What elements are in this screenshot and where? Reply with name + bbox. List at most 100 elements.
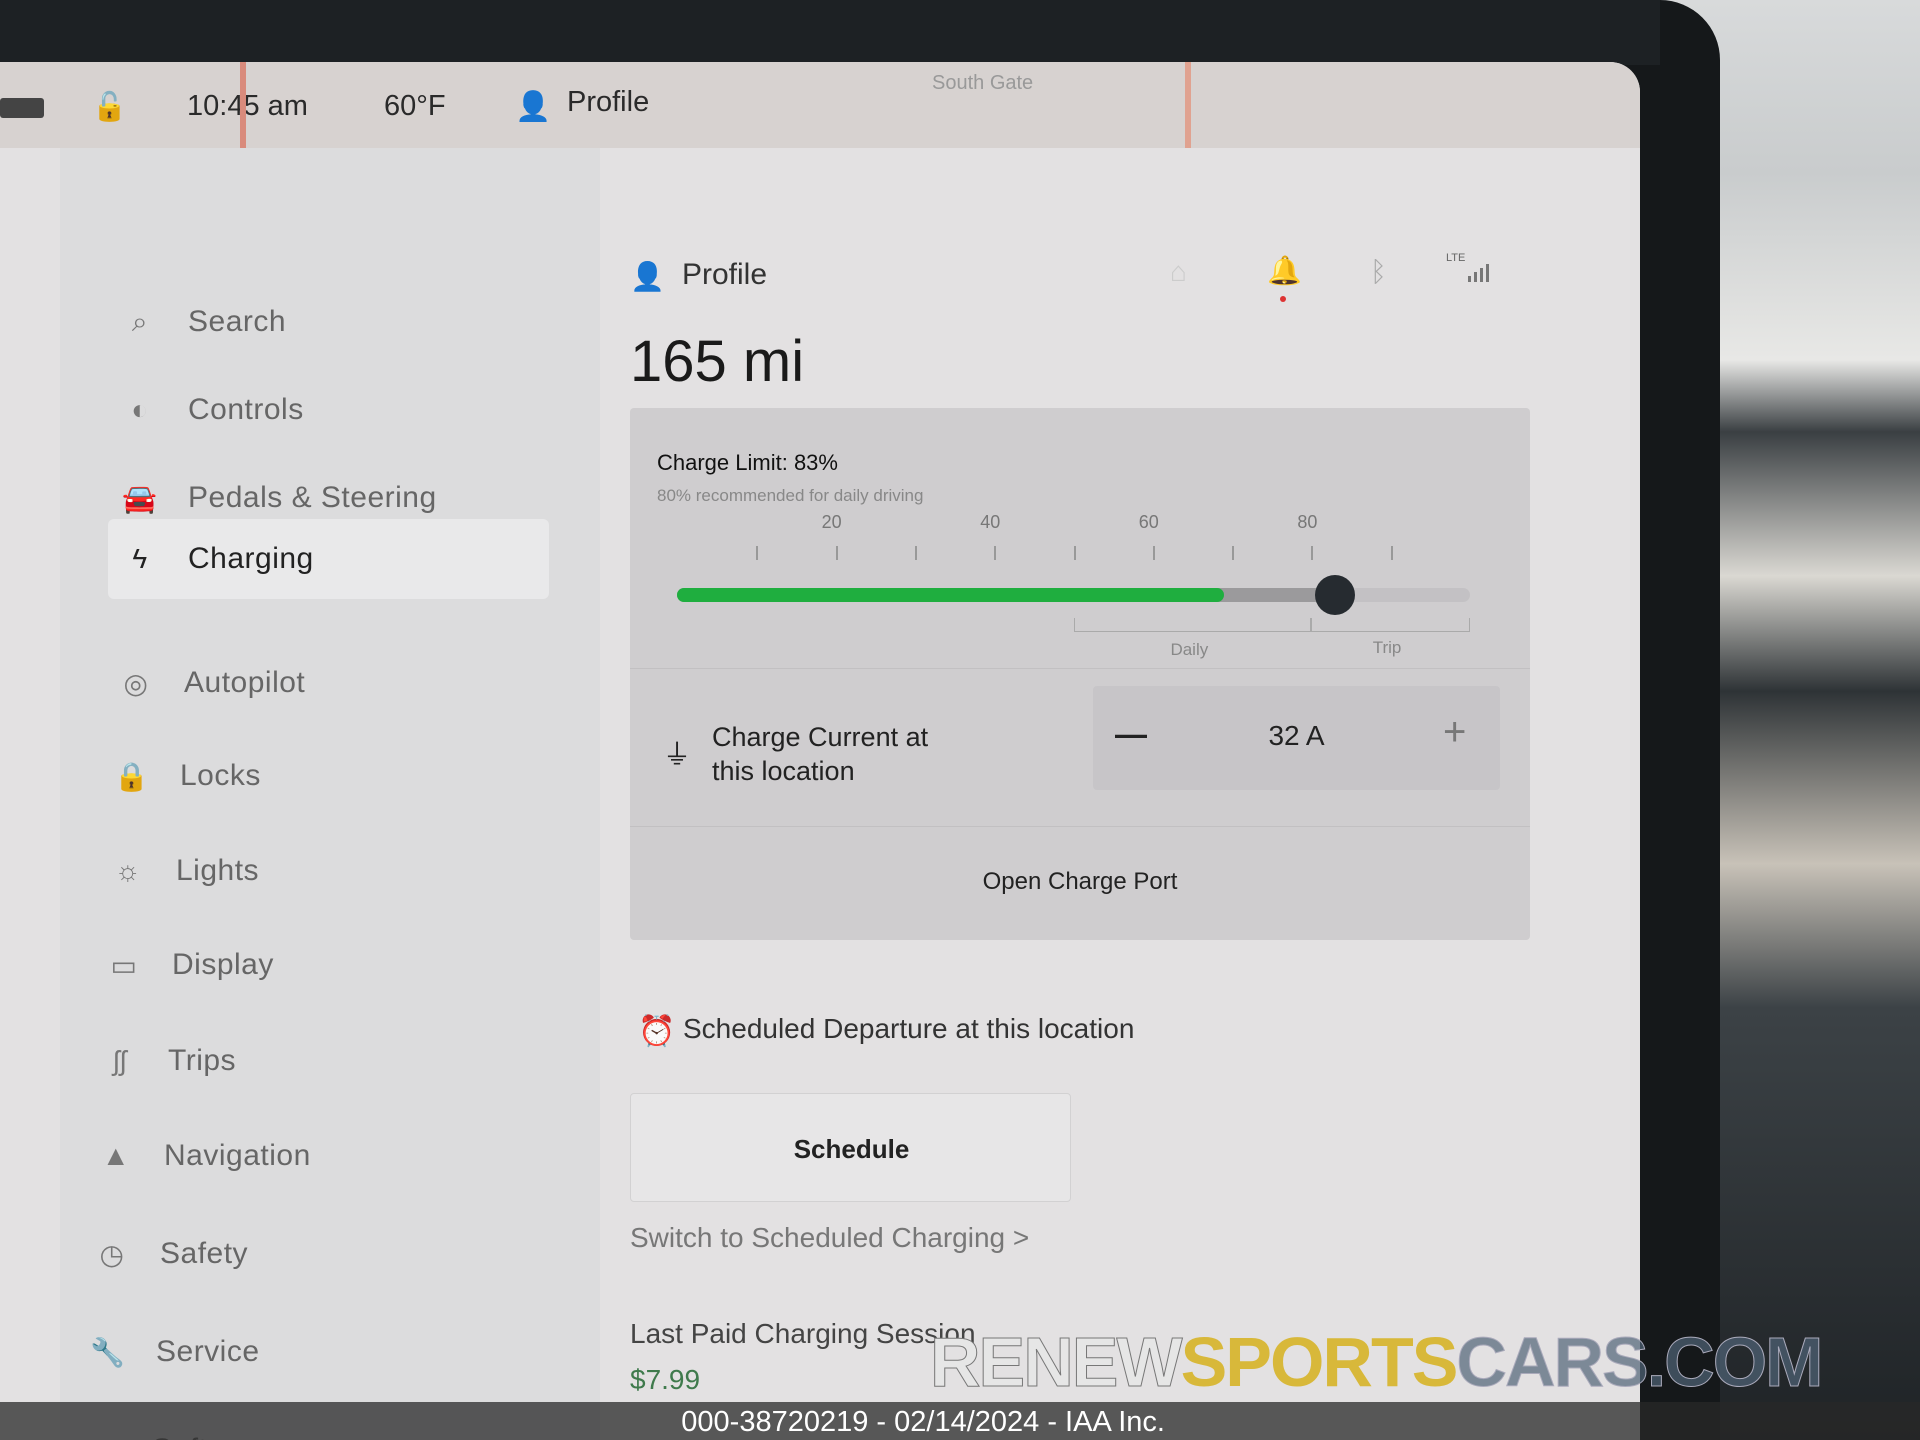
navigation-icon: ▲ — [101, 1140, 131, 1171]
watermark-part3: CARS.COM — [1456, 1323, 1824, 1402]
charge-current-label-line2: this location — [712, 756, 855, 786]
scheduled-departure-label: Scheduled Departure at this location — [683, 1013, 1135, 1044]
lock-icon: 🔒 — [114, 760, 150, 792]
signal-icon — [1468, 264, 1489, 282]
steering-wheel-icon: ◎ — [123, 667, 149, 699]
map-label: South Gate — [932, 72, 1034, 94]
car-icon: 🚘 — [122, 482, 158, 514]
divider — [630, 668, 1530, 669]
sidebar-item-label: Service — [156, 1335, 260, 1368]
sidebar-item-label: Search — [188, 305, 287, 338]
slider-tick — [914, 546, 917, 560]
sidebar-item-label: Charging — [188, 542, 314, 575]
wrench-icon: 🔧 — [90, 1336, 126, 1368]
slider-tick — [1232, 546, 1235, 560]
temperature: 60°F — [384, 90, 446, 122]
trip-label: Trip — [1372, 638, 1402, 657]
charge-limit-slider[interactable]: 20 40 60 80 Daily Trip — [677, 508, 1477, 659]
lightning-icon: ϟ — [132, 543, 148, 574]
person-icon: 👤 — [630, 261, 665, 292]
sidebar-item-label: Controls — [188, 393, 304, 426]
profile-header[interactable]: Profile — [682, 258, 767, 292]
current-charge-fill — [677, 588, 1225, 602]
sidebar-item-search[interactable]: ⌕ Search — [120, 292, 286, 352]
caption-text: 000-38720219 - 02/14/2024 - IAA Inc. — [681, 1406, 1165, 1438]
charge-limit-label: Charge Limit: 83% — [657, 450, 838, 475]
sidebar-item-label: Navigation — [164, 1139, 311, 1172]
charge-current-value: 32 A — [1268, 720, 1325, 751]
safety-icon: ◷ — [99, 1238, 125, 1270]
plug-icon: ⏚ — [663, 739, 692, 770]
sidebar-item-label: Safety — [160, 1237, 249, 1270]
sidebar-item-label: Locks — [180, 759, 261, 792]
home-icon[interactable]: ⌂ — [1170, 256, 1187, 288]
charge-current-label: Charge Current at this location — [712, 720, 928, 788]
unlock-icon[interactable]: 🔓 — [92, 90, 127, 123]
sidebar-item-label: Lights — [176, 854, 260, 887]
charge-recommendation: 80% recommended for daily driving — [657, 486, 924, 505]
slider-tick-label: 80 — [1297, 512, 1318, 532]
slider-tick-label: 20 — [821, 512, 842, 532]
sidebar-item-navigation[interactable]: ▲ Navigation — [96, 1126, 311, 1186]
sidebar-item-controls[interactable]: ◐ Controls — [120, 380, 304, 440]
slider-thumb[interactable] — [1315, 575, 1356, 615]
sidebar-item-label: Display — [172, 948, 274, 981]
sidebar-item-locks[interactable]: 🔒 Locks — [112, 746, 261, 806]
clock: 10:45 am — [187, 90, 308, 122]
slider-tick-label: 40 — [980, 512, 1001, 532]
slider-tick — [1311, 546, 1314, 560]
lte-label: LTE — [1446, 252, 1466, 264]
battery-icon — [0, 98, 44, 118]
watermark: RENEWSPORTSCARS.COM — [930, 1322, 1824, 1402]
sidebar-item-display[interactable]: ▭ Display — [104, 935, 274, 995]
sidebar: ⌕ Search ◐ Controls 🚘 Pedals & Steering ϟ Charg… — [60, 148, 600, 1440]
sidebar-item-lights[interactable]: ☼ Lights — [108, 841, 259, 901]
status-profile[interactable]: Profile — [567, 86, 649, 119]
watermark-part2: SPORTS — [1180, 1323, 1459, 1401]
charge-current-stepper: — 32 A + — [1093, 686, 1500, 790]
sidebar-item-service[interactable]: 🔧 Service — [88, 1322, 260, 1382]
trip-range-bracket — [1311, 618, 1470, 632]
display-icon: ▭ — [110, 949, 138, 981]
sidebar-item-charging[interactable]: ϟ Charging — [108, 519, 549, 599]
watermark-part1: RENEW — [930, 1323, 1184, 1402]
open-charge-port-button[interactable]: Open Charge Port — [630, 868, 1530, 896]
sidebar-item-safety[interactable]: ◷ Safety — [92, 1224, 248, 1284]
sidebar-item-trips[interactable]: ʃʃ Trips — [100, 1031, 236, 1091]
sidebar-item-label: Autopilot — [184, 666, 306, 699]
sidebar-item-label: Trips — [168, 1044, 237, 1077]
sidebar-item-autopilot[interactable]: ◎ Autopilot — [116, 653, 305, 713]
slider-tick — [1073, 546, 1076, 560]
sidebar-item-label: Pedals & Steering — [188, 481, 437, 514]
status-bar: 🔓 10:45 am 60°F 👤 Profile South Gate — [0, 62, 1640, 148]
increase-current-button[interactable]: + — [1443, 710, 1466, 755]
alarm-clock-icon: ⏰ — [638, 1015, 676, 1048]
charge-current-label-line1: Charge Current at — [712, 722, 929, 752]
notification-bell-icon[interactable]: 🔔 — [1267, 254, 1302, 287]
schedule-button-label: Schedule — [793, 1134, 910, 1164]
map-road — [240, 62, 246, 148]
slider-tick-label: 60 — [1138, 512, 1159, 532]
touchscreen: 🔓 10:45 am 60°F 👤 Profile South Gate ⌕ Se… — [0, 62, 1640, 1440]
daily-range-bracket — [1073, 618, 1312, 632]
notification-dot — [1280, 296, 1286, 302]
switch-scheduled-charging-link[interactable]: Switch to Scheduled Charging > — [630, 1222, 1029, 1254]
toggle-icon: ◐ — [131, 394, 149, 425]
daily-label: Daily — [1170, 640, 1209, 659]
person-icon: 👤 — [515, 91, 552, 123]
screen-bezel-top — [0, 0, 1660, 65]
bluetooth-icon[interactable]: ᛒ — [1370, 256, 1387, 288]
divider — [630, 826, 1530, 827]
range-display: 165 mi — [630, 329, 805, 394]
schedule-button[interactable]: Schedule — [630, 1093, 1071, 1202]
last-paid-session-value: $7.99 — [630, 1364, 701, 1395]
search-icon: ⌕ — [131, 305, 149, 337]
map-road — [1185, 62, 1191, 148]
charging-card: Charge Limit: 83% 80% recommended for da… — [630, 408, 1530, 940]
charging-panel: 👤 Profile ⌂ 🔔 ᛒ LTE 165 mi Charge Limit:… — [600, 148, 1640, 1440]
last-paid-session-label: Last Paid Charging Session — [630, 1318, 976, 1349]
slider-tick — [1152, 546, 1155, 560]
sun-icon: ☼ — [114, 855, 142, 886]
slider-tick — [835, 546, 838, 560]
trips-icon: ʃʃ — [113, 1045, 127, 1076]
